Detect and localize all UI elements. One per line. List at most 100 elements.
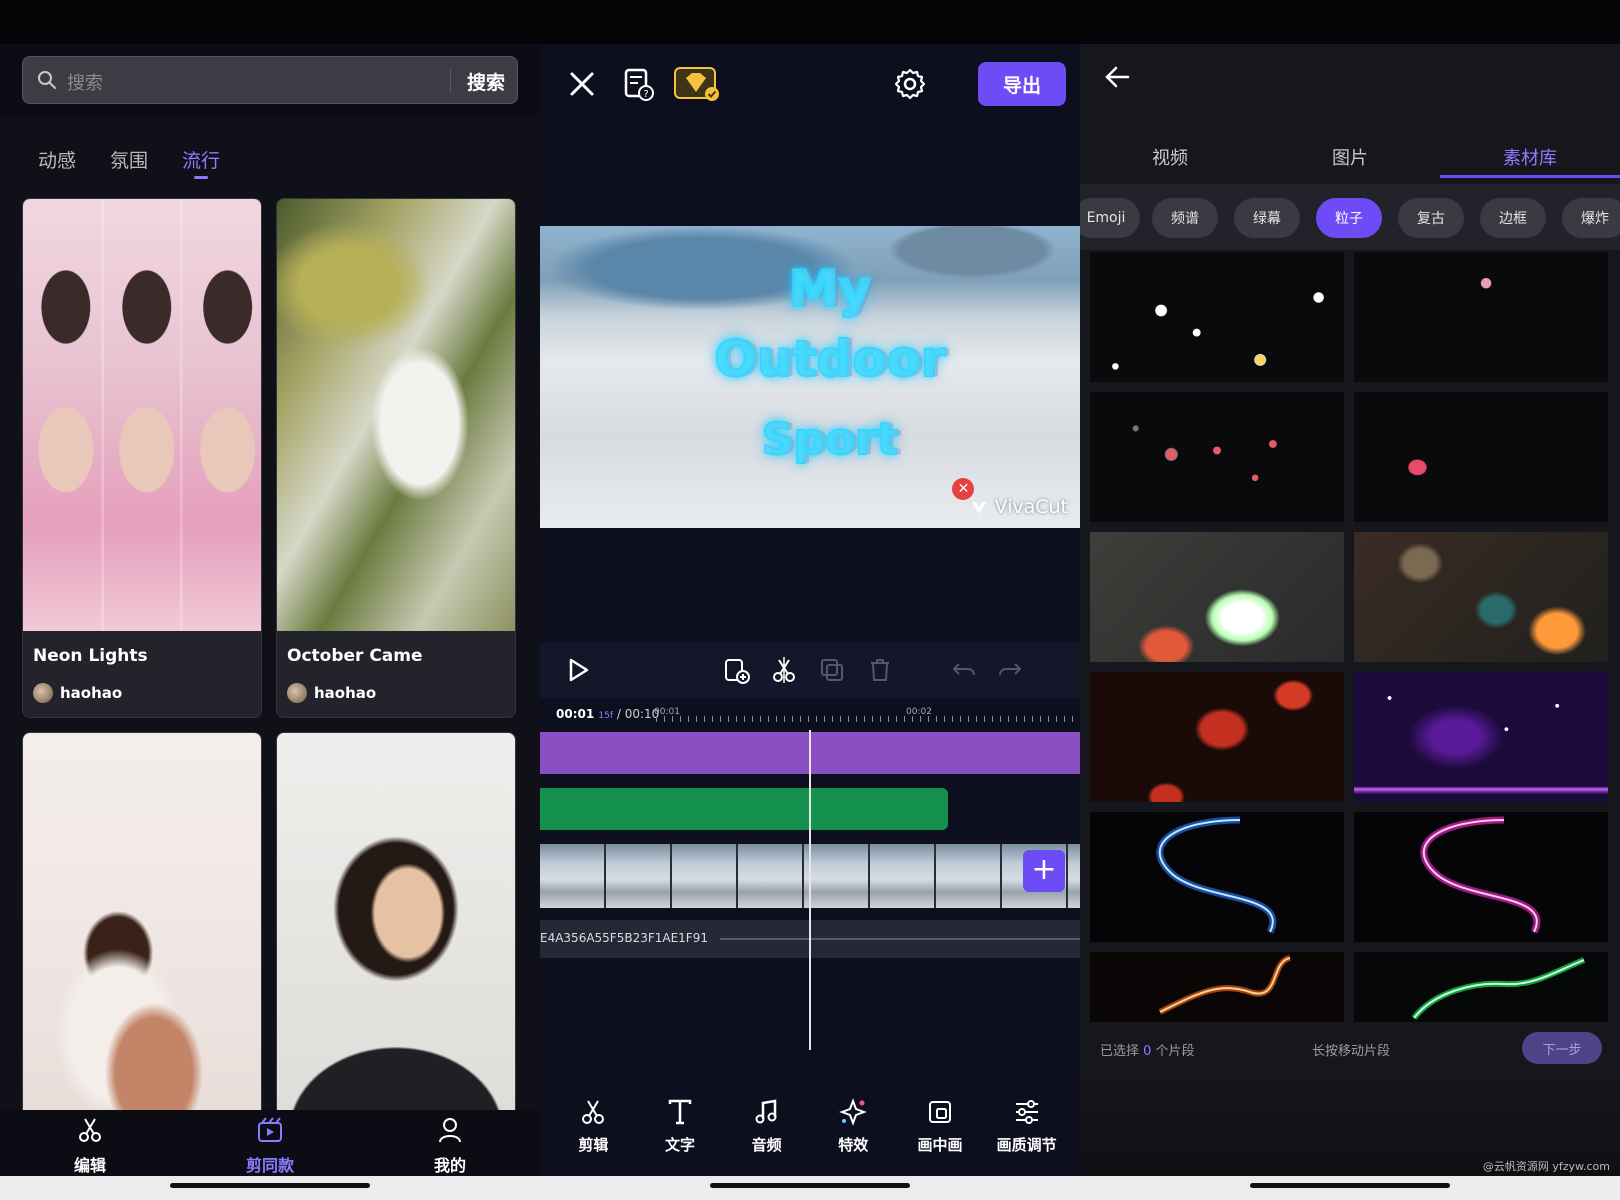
status-bar <box>540 0 1080 44</box>
next-button[interactable]: 下一步 <box>1522 1032 1602 1064</box>
material-bubble-particles[interactable] <box>1090 392 1344 522</box>
playhead[interactable] <box>809 730 811 1050</box>
chip-particles[interactable]: 粒子 <box>1316 198 1382 238</box>
preview-title-line-2: Outdoor <box>713 329 946 389</box>
gear-icon[interactable] <box>892 66 928 102</box>
tab-atmosphere[interactable]: 氛围 <box>110 146 148 173</box>
search-button[interactable]: 搜索 <box>467 68 505 95</box>
home-indicator[interactable] <box>1250 1183 1450 1188</box>
timeline-toolbar <box>540 642 1080 698</box>
nav-edit[interactable]: 编辑 <box>0 1110 180 1176</box>
undo-icon[interactable] <box>950 656 978 684</box>
sliders-icon <box>1015 1100 1038 1124</box>
chip-retro[interactable]: 复古 <box>1398 198 1464 238</box>
status-bar <box>1080 0 1620 44</box>
template-card[interactable]: Neon Lights haohao <box>22 198 262 718</box>
avatar <box>287 683 307 703</box>
scissors-icon <box>582 1100 605 1124</box>
blue-neon-line-icon <box>1156 816 1277 934</box>
home-indicator[interactable] <box>710 1183 910 1188</box>
duplicate-icon[interactable] <box>818 656 846 684</box>
chip-emoji[interactable]: Emoji <box>1080 198 1140 238</box>
preview-title-line-3: Sport <box>761 413 899 466</box>
add-clip-icon[interactable] <box>722 656 750 684</box>
tab-dynamic[interactable]: 动感 <box>38 146 76 173</box>
material-library-screen: 视频 图片 素材库 Emoji 频谱 绿幕 粒子 复古 边框 爆炸 已选择 0 … <box>1080 0 1620 1200</box>
effect-track-clip[interactable] <box>540 788 948 830</box>
material-purple-spectrum[interactable] <box>1354 672 1608 802</box>
close-icon[interactable] <box>564 66 600 102</box>
search-icon <box>38 71 56 89</box>
status-bar <box>0 0 540 44</box>
template-thumbnail <box>277 733 515 1131</box>
video-preview[interactable]: My Outdoor Sport ✕ VivaCut <box>540 226 1080 528</box>
split-icon[interactable] <box>770 656 798 684</box>
tab-popular[interactable]: 流行 <box>182 146 220 179</box>
template-card[interactable]: October Came haohao <box>276 198 516 718</box>
export-button[interactable]: 导出 <box>978 62 1066 106</box>
play-icon[interactable] <box>564 656 592 684</box>
nav-profile[interactable]: 我的 <box>360 1110 540 1176</box>
material-red-hearts[interactable] <box>1090 672 1344 802</box>
scissors-icon <box>79 1118 101 1142</box>
frame-value: 15f <box>598 711 614 721</box>
redo-icon[interactable] <box>996 656 1024 684</box>
tool-adjust[interactable]: 画质调节 <box>987 1090 1067 1176</box>
material-daisy-particles[interactable] <box>1090 252 1344 382</box>
home-indicator-bar <box>0 1176 540 1200</box>
template-icon <box>258 1117 282 1142</box>
chip-spectrum[interactable]: 频谱 <box>1152 198 1218 238</box>
home-indicator-bar <box>1080 1176 1620 1200</box>
preview-title-line-1: My <box>788 259 872 319</box>
editor-toolbar: ? 导出 <box>540 44 1080 124</box>
tool-effects[interactable]: 特效 <box>813 1090 893 1176</box>
template-title: October Came <box>287 646 423 666</box>
tab-image[interactable]: 图片 <box>1260 140 1440 184</box>
material-fire-line[interactable] <box>1090 952 1344 1022</box>
add-clip-button[interactable]: + <box>1023 850 1065 892</box>
material-pink-neon-line[interactable] <box>1354 812 1608 942</box>
search-input[interactable]: 搜索 <box>67 69 103 95</box>
watermark: ✕ VivaCut <box>952 478 1068 518</box>
chip-explosion[interactable]: 爆炸 <box>1562 198 1620 238</box>
tab-library[interactable]: 素材库 <box>1440 140 1620 184</box>
material-blue-neon-line[interactable] <box>1090 812 1344 942</box>
home-indicator[interactable] <box>170 1183 370 1188</box>
material-green-neon-line[interactable] <box>1354 952 1608 1022</box>
template-card[interactable] <box>22 732 262 1132</box>
tool-pip[interactable]: 画中画 <box>900 1090 980 1176</box>
material-petal-particles[interactable] <box>1354 252 1608 382</box>
time-ruler: 00:01 15f / 00:10 00:01 00:02 <box>540 698 1080 730</box>
watermark-text: VivaCut <box>994 496 1068 518</box>
material-single-heart[interactable] <box>1354 392 1608 522</box>
selection-prefix: 已选择 <box>1100 1044 1144 1059</box>
fire-line-icon <box>1158 955 1292 1015</box>
chip-frame[interactable]: 边框 <box>1480 198 1546 238</box>
remove-watermark-icon[interactable]: ✕ <box>952 478 975 500</box>
back-arrow-icon[interactable] <box>1102 62 1132 92</box>
selection-count: 已选择 0 个片段 <box>1100 1040 1195 1059</box>
editor-tools: 剪辑 文字 音频 特效 画中画 画质调节 <box>540 1090 1080 1176</box>
tool-cut-label: 剪辑 <box>578 1136 609 1154</box>
template-card[interactable] <box>276 732 516 1132</box>
material-bokeh-heart-white[interactable] <box>1090 532 1344 662</box>
tool-audio-label: 音频 <box>751 1136 782 1154</box>
premium-diamond-icon[interactable] <box>674 66 720 102</box>
audio-waveform <box>720 938 1080 940</box>
tool-audio[interactable]: 音频 <box>727 1090 807 1176</box>
nav-template-label: 剪同款 <box>245 1156 294 1175</box>
material-grid <box>1090 252 1614 1022</box>
help-document-icon[interactable]: ? <box>620 66 656 102</box>
credit-watermark: @云帆资源网 yfzyw.com <box>1482 1160 1610 1173</box>
nav-template[interactable]: 剪同款 <box>180 1110 360 1176</box>
tab-video[interactable]: 视频 <box>1080 140 1260 184</box>
pink-neon-line-icon <box>1420 816 1541 934</box>
tool-text[interactable]: 文字 <box>640 1090 720 1176</box>
delete-icon[interactable] <box>866 656 894 684</box>
search-bar[interactable]: 搜索 搜索 <box>22 56 518 104</box>
home-indicator-bar <box>540 1176 1080 1200</box>
chip-green-screen[interactable]: 绿幕 <box>1234 198 1300 238</box>
material-bokeh-heart-color[interactable] <box>1354 532 1608 662</box>
profile-icon <box>439 1118 461 1143</box>
tool-cut[interactable]: 剪辑 <box>553 1090 633 1176</box>
